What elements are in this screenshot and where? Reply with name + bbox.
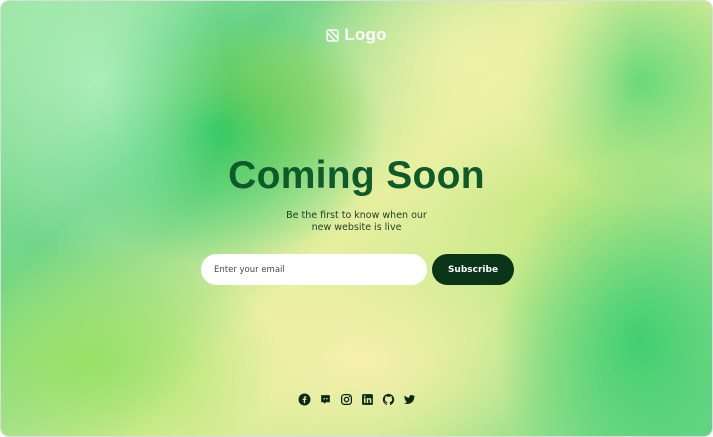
subscribe-form: Subscribe — [201, 254, 514, 285]
subscribe-button[interactable]: Subscribe — [432, 254, 514, 285]
slashed-square-icon — [326, 28, 339, 42]
subtitle-line-1: Be the first to know when our — [286, 210, 427, 221]
github-icon[interactable] — [382, 393, 395, 406]
subtitle-line-2: new website is live — [311, 222, 402, 233]
logo[interactable]: Logo — [1, 25, 712, 45]
instagram-icon[interactable] — [340, 393, 353, 406]
coming-soon-page: Logo Coming Soon Be the first to know wh… — [1, 1, 712, 436]
twitter-icon[interactable] — [403, 393, 416, 406]
linkedin-icon[interactable] — [361, 393, 374, 406]
social-links — [1, 393, 712, 406]
logo-text: Logo — [344, 25, 387, 44]
subtitle: Be the first to know when our new websit… — [1, 210, 712, 234]
discord-icon[interactable] — [319, 393, 332, 406]
page-title: Coming Soon — [228, 154, 485, 197]
email-field[interactable] — [201, 254, 427, 285]
facebook-icon[interactable] — [298, 393, 311, 406]
